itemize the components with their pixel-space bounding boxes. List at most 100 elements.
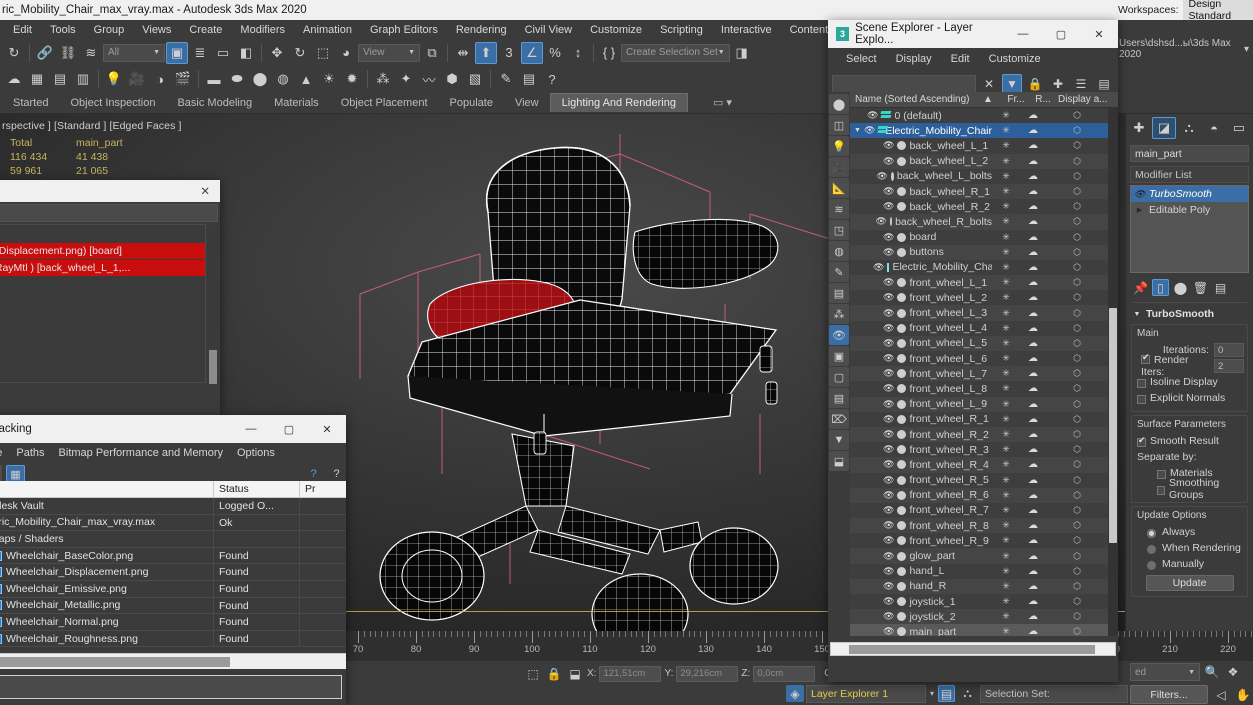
scene-explorer-row[interactable]: 👁 hand_R ✳ ☁ ⬡ — [850, 578, 1108, 594]
modifier-list-dropdown[interactable]: Modifier List — [1130, 166, 1249, 183]
renderable-toggle-icon[interactable]: ☁ — [1020, 566, 1046, 577]
scene-explorer-row[interactable]: 👁 back_wheel_L_1 ✳ ☁ ⬡ — [850, 138, 1108, 154]
scene-explorer-row[interactable]: 👁 hand_L ✳ ☁ ⬡ — [850, 563, 1108, 579]
camera-icon[interactable]: 🎥 — [126, 68, 148, 90]
scene-explorer-row[interactable]: 👁 front_wheel_R_7 ✳ ☁ ⬡ — [850, 502, 1108, 519]
scene-explorer-row[interactable]: 👁 front_wheel_L_8 ✳ ☁ ⬡ — [850, 381, 1108, 397]
scene-explorer-row[interactable]: 👁 front_wheel_L_7 ✳ ☁ ⬡ — [850, 366, 1108, 382]
new-layer-icon[interactable]: ▤ — [1094, 74, 1114, 94]
display-as-icon[interactable]: ⬡ — [1046, 611, 1108, 622]
ribbon-tab-basic-modeling[interactable]: Basic Modeling — [166, 94, 263, 112]
renderable-toggle-icon[interactable]: ☁ — [1020, 551, 1046, 562]
eye-icon[interactable]: 👁 — [883, 520, 894, 531]
always-radio[interactable] — [1147, 528, 1156, 538]
maximize-button[interactable]: ▢ — [1042, 20, 1080, 48]
freeze-toggle-icon[interactable]: ✳ — [992, 156, 1020, 167]
freeze-toggle-icon[interactable]: ✳ — [992, 216, 1020, 227]
asset-row[interactable]: 3Electric_Mobility_Chair_max_vray.maxOk — [0, 514, 346, 532]
display-as-icon[interactable]: ⬡ — [1046, 626, 1108, 636]
freeze-toggle-icon[interactable]: ✳ — [992, 368, 1020, 379]
manually-row[interactable]: Manually — [1135, 556, 1244, 572]
scene-converter-icon[interactable]: ⬢ — [441, 68, 463, 90]
helpers-filter-icon[interactable]: 📐 — [829, 178, 849, 198]
menu-item-scripting[interactable]: Scripting — [651, 22, 712, 38]
x-field[interactable]: 121,51cm — [599, 665, 662, 682]
scene-explorer-row[interactable]: 👁 front_wheel_L_9 ✳ ☁ ⬡ — [850, 396, 1108, 412]
scene-explorer-row[interactable]: 👁 back_wheel_L_bolts ✳ ☁ ⬡ — [850, 168, 1108, 184]
scene-explorer-row[interactable]: 👁 front_wheel_L_6 ✳ ☁ ⬡ — [850, 351, 1108, 367]
eye-icon[interactable]: 👁 — [875, 216, 886, 227]
display-as-icon[interactable]: ⬡ — [1046, 429, 1108, 440]
rollout-title-turbosmooth[interactable]: ▼ TurboSmooth — [1126, 305, 1253, 322]
scene-explorer-row[interactable]: 👁 glow_part ✳ ☁ ⬡ — [850, 548, 1108, 564]
eye-icon[interactable]: 👁 — [883, 444, 894, 455]
iterations-spinner[interactable]: 0 — [1214, 343, 1244, 357]
daylight-icon[interactable]: ✹ — [341, 68, 363, 90]
layers-icon[interactable]: ☰ — [1071, 74, 1091, 94]
scene-explorer-vscrollbar[interactable] — [1108, 108, 1118, 636]
menu-item-views[interactable]: Views — [133, 22, 180, 38]
material-list[interactable]: e Materials Map #7 (Wheelchair_Displacem… — [0, 224, 206, 383]
eye-icon[interactable]: 👁 — [883, 399, 894, 410]
project-path-bar[interactable]: Users\dshsd...ы\3ds Max 2020 ▾ — [1115, 38, 1253, 60]
select-rotate-icon[interactable]: ↻ — [289, 42, 311, 64]
asset-menu-options[interactable]: Options — [230, 445, 282, 461]
render-frame-icon[interactable]: ▤ — [49, 68, 71, 90]
close-button[interactable]: ✕ — [308, 415, 346, 443]
renderable-toggle-icon[interactable]: ☁ — [1020, 277, 1046, 288]
scene-explorer-row[interactable]: 👁 Electric_Mobility_Chair ✳ ☁ ⬡ — [850, 259, 1108, 276]
ribbon-options-icon[interactable]: ▭ ▾ — [702, 93, 743, 112]
freeze-toggle-icon[interactable]: ✳ — [992, 140, 1020, 151]
eye-icon[interactable]: 👁 — [883, 429, 894, 440]
display-as-icon[interactable]: ⬡ — [1046, 110, 1108, 121]
display-as-icon[interactable]: ⬡ — [1046, 475, 1108, 486]
eye-icon[interactable]: 👁 — [883, 596, 894, 607]
eye-icon[interactable]: 👁 — [883, 232, 894, 243]
containers-filter-icon[interactable]: ▤ — [829, 283, 849, 303]
eye-icon[interactable]: 👁 — [883, 581, 894, 592]
layer-caret-icon[interactable]: ▾ — [930, 689, 934, 698]
selection-filter-combo[interactable]: All ▼ — [103, 43, 165, 62]
chevron-right-icon[interactable]: ▶ — [1134, 206, 1145, 214]
menu-item-customize[interactable]: Customize — [581, 22, 651, 38]
renderable-toggle-icon[interactable]: ☁ — [1020, 581, 1046, 592]
eye-icon[interactable]: 👁 — [883, 201, 894, 212]
render-iters-checkbox[interactable] — [1141, 352, 1150, 364]
asset-menu-file[interactable]: File — [0, 445, 9, 461]
menu-item-animation[interactable]: Animation — [294, 22, 361, 38]
ribbon-tab-materials[interactable]: Materials — [263, 94, 330, 112]
cone-icon[interactable]: ▲ — [295, 68, 317, 90]
freeze-toggle-icon[interactable]: ✳ — [992, 232, 1020, 243]
display-as-icon[interactable]: ⬡ — [1046, 338, 1108, 349]
renderable-toggle-icon[interactable]: ☁ — [1020, 125, 1046, 136]
renderable-toggle-icon[interactable]: ☁ — [1020, 262, 1046, 273]
column-name[interactable]: e — [0, 480, 214, 498]
display-as-icon[interactable]: ⬡ — [1046, 262, 1108, 273]
when-rendering-radio[interactable] — [1147, 544, 1156, 554]
freeze-toggle-icon[interactable]: ✳ — [992, 277, 1020, 288]
column-name[interactable]: Name (Sorted Ascending) — [850, 94, 974, 105]
lights-filter-icon[interactable]: 💡 — [829, 136, 849, 156]
y-field[interactable]: 29,216cm — [676, 665, 739, 682]
scene-explorer-row[interactable]: 👁 front_wheel_L_4 ✳ ☁ ⬡ — [850, 320, 1108, 336]
display-as-icon[interactable]: ⬡ — [1046, 368, 1108, 379]
ribbon-tab-object-placement[interactable]: Object Placement — [330, 94, 439, 112]
ribbon-tab-populate[interactable]: Populate — [439, 94, 504, 112]
eye-icon[interactable]: 👁 — [883, 551, 894, 562]
angle-snap-icon[interactable]: ∠ — [521, 41, 543, 64]
scene-explorer-row[interactable]: 👁 front_wheel_L_5 ✳ ☁ ⬡ — [850, 335, 1108, 351]
modify-tab[interactable]: ◪ — [1152, 117, 1176, 139]
geometry-filter-icon[interactable]: ⬤ — [829, 94, 849, 114]
manually-radio[interactable] — [1147, 560, 1156, 570]
freeze-toggle-icon[interactable]: ✳ — [992, 201, 1020, 212]
renderable-toggle-icon[interactable]: ☁ — [1020, 308, 1046, 319]
eye-icon[interactable]: 👁 — [876, 171, 887, 182]
asset-row[interactable]: Autodesk Vault Logged O... — [0, 498, 346, 515]
display-as-icon[interactable]: ⬡ — [1046, 490, 1108, 501]
scene-explorer-hscroll-thumb[interactable] — [849, 645, 1095, 654]
rendered-frame-window-icon[interactable]: ▥ — [72, 68, 94, 90]
eye-icon[interactable]: 👁 — [883, 490, 894, 501]
viewport-label[interactable]: rspective ] [Standard ] [Edged Faces ] — [2, 120, 181, 132]
menu-item-modifiers[interactable]: Modifiers — [231, 22, 294, 38]
percent-snap-icon[interactable]: % — [544, 42, 566, 64]
